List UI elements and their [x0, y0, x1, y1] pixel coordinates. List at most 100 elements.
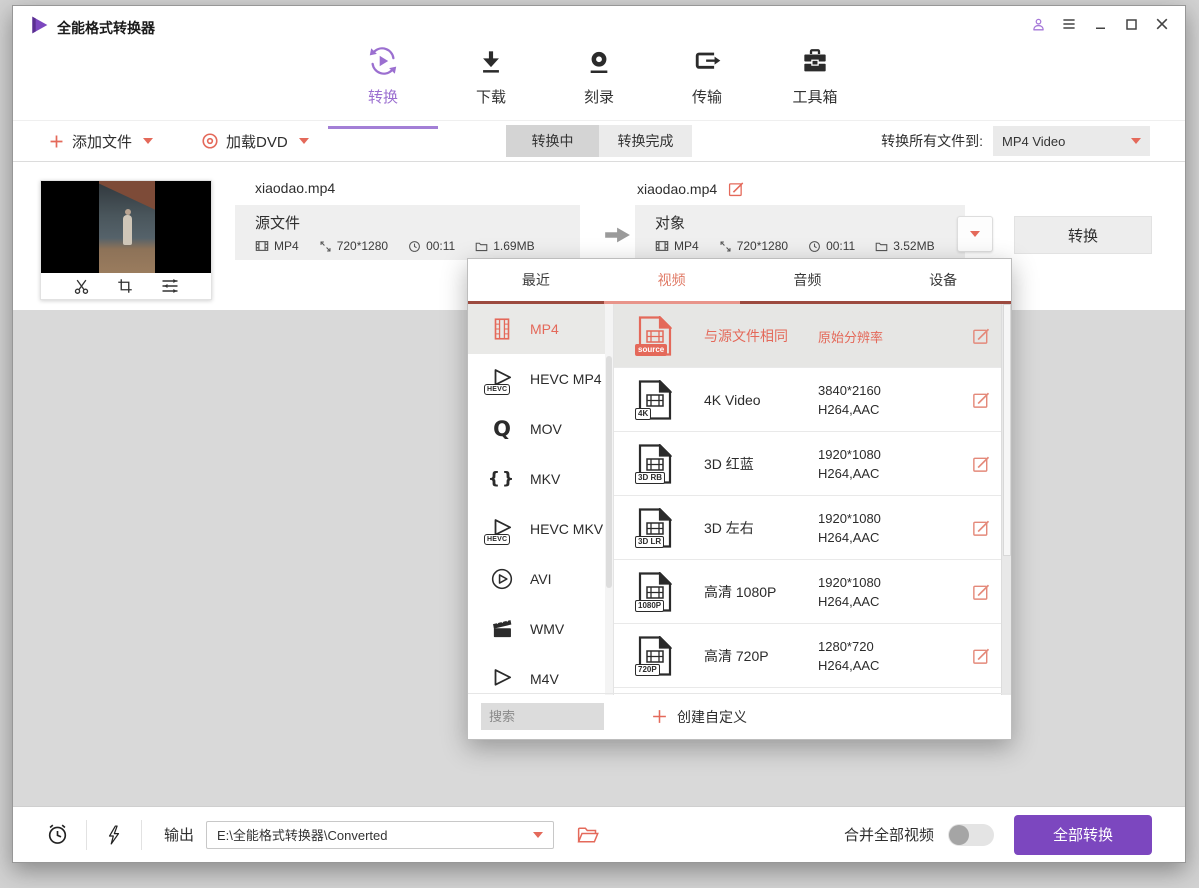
- quicktime-icon: Q: [488, 415, 516, 443]
- popup-tab-video[interactable]: 视频: [604, 259, 740, 304]
- plus-icon: [651, 708, 668, 725]
- open-output-folder-icon[interactable]: [576, 823, 600, 847]
- edit-preset-icon[interactable]: [971, 454, 991, 474]
- account-icon[interactable]: [1029, 15, 1047, 33]
- preset-list: source 与源文件相同 原始分辨率 4K 4K Video 3840*216…: [614, 304, 1011, 695]
- duration-clock-icon: [808, 240, 821, 253]
- source-file-name: xiaodao.mp4: [255, 180, 335, 196]
- format-item-mp4[interactable]: MP4: [468, 304, 613, 354]
- main-nav: 转换 下载 刻录 传输 工具箱: [13, 36, 1185, 120]
- output-path-select[interactable]: E:\全能格式转换器\Converted: [206, 821, 554, 849]
- load-dvd-button[interactable]: 加载DVD: [201, 131, 309, 152]
- file-size-folder-icon: [875, 240, 888, 253]
- source-info-panel: 源文件 MP4 720*1280 00:11 1.69MB: [235, 205, 580, 260]
- file-size-folder-icon: [475, 240, 488, 253]
- format-list: MP4 HEVC HEVC MP4 Q MOV {} MKV HEVC HEVC…: [468, 304, 614, 695]
- preset-row-3d-rb[interactable]: 3D RB 3D 红蓝 1920*1080H264,AAC: [614, 432, 1011, 496]
- edit-preset-icon[interactable]: [971, 518, 991, 538]
- preset-file-icon: 720P: [638, 636, 672, 676]
- preset-row-4k[interactable]: 4K 4K Video 3840*2160H264,AAC: [614, 368, 1011, 432]
- edit-preset-icon[interactable]: [971, 646, 991, 666]
- effects-sliders-icon[interactable]: [160, 276, 180, 296]
- burn-disc-icon: [584, 46, 614, 78]
- mkv-braces-icon: {}: [488, 465, 516, 493]
- output-format-select[interactable]: MP4 Video: [993, 126, 1150, 156]
- trim-icon[interactable]: [72, 277, 91, 296]
- hevc-play-icon: HEVC: [488, 515, 516, 543]
- preset-row-same-as-source[interactable]: source 与源文件相同 原始分辨率: [614, 304, 1011, 368]
- crop-icon[interactable]: [116, 277, 134, 295]
- output-label: 输出: [164, 824, 194, 845]
- edit-preset-icon[interactable]: [971, 582, 991, 602]
- nav-tab-burn[interactable]: 刻录: [559, 43, 639, 113]
- popup-tab-device[interactable]: 设备: [875, 259, 1011, 304]
- toolbar: 添加文件 加载DVD 转换中 转换完成 转换所有文件到: MP4 Video: [13, 120, 1185, 162]
- wmv-clapperboard-icon: [488, 615, 516, 643]
- convert-icon: [366, 46, 400, 78]
- video-thumbnail[interactable]: [40, 180, 212, 300]
- chevron-down-icon: [1131, 138, 1141, 144]
- convert-all-button[interactable]: 全部转换: [1014, 815, 1152, 855]
- format-list-scrollbar[interactable]: [605, 304, 613, 695]
- format-icon: [655, 239, 669, 253]
- search-input[interactable]: [481, 703, 604, 730]
- plus-icon: [48, 133, 65, 150]
- app-window: 全能格式转换器 转换 下载 刻录: [12, 5, 1186, 863]
- format-item-wmv[interactable]: WMV: [468, 604, 613, 654]
- add-files-button[interactable]: 添加文件: [48, 131, 153, 152]
- app-title: 全能格式转换器: [57, 18, 155, 38]
- preset-list-scrollbar[interactable]: [1001, 304, 1011, 695]
- minimize-button[interactable]: [1091, 15, 1109, 33]
- nav-tab-toolbox[interactable]: 工具箱: [775, 43, 855, 113]
- nav-tab-transfer[interactable]: 传输: [667, 43, 747, 113]
- popup-tab-recent[interactable]: 最近: [468, 259, 604, 304]
- create-custom-button[interactable]: 创建自定义: [651, 707, 747, 727]
- target-format-dropdown-button[interactable]: [957, 216, 993, 252]
- nav-label: 传输: [692, 86, 722, 107]
- popup-tab-audio[interactable]: 音频: [740, 259, 876, 304]
- close-button[interactable]: [1153, 15, 1171, 33]
- tab-finished[interactable]: 转换完成: [599, 125, 692, 157]
- target-info-panel: 对象 MP4 720*1280 00:11 3.52MB: [635, 205, 965, 260]
- format-item-mov[interactable]: Q MOV: [468, 404, 613, 454]
- format-item-avi[interactable]: AVI: [468, 554, 613, 604]
- preset-row-3d-lr[interactable]: 3D LR 3D 左右 1920*1080H264,AAC: [614, 496, 1011, 560]
- schedule-alarm-icon[interactable]: [45, 822, 70, 847]
- format-icon: [255, 239, 269, 253]
- m4v-play-icon: [488, 665, 516, 693]
- target-panel-title: 对象: [655, 212, 965, 233]
- format-item-m4v[interactable]: M4V: [468, 654, 613, 695]
- nav-tab-download[interactable]: 下载: [451, 43, 531, 113]
- nav-label: 下载: [476, 86, 506, 107]
- format-picker-popup: 最近 视频 音频 设备 MP4 HEVC HEVC MP4 Q MOV: [467, 258, 1012, 740]
- convert-all-to-label: 转换所有文件到:: [881, 131, 983, 151]
- preset-file-icon: 4K: [638, 380, 672, 420]
- merge-all-toggle[interactable]: [948, 824, 994, 846]
- chevron-down-icon: [533, 832, 543, 838]
- preset-row-720p[interactable]: 720P 高清 720P 1280*720H264,AAC: [614, 624, 1011, 688]
- edit-preset-icon[interactable]: [971, 390, 991, 410]
- preset-row-1080p[interactable]: 1080P 高清 1080P 1920*1080H264,AAC: [614, 560, 1011, 624]
- nav-tab-convert[interactable]: 转换: [343, 43, 423, 113]
- divider: [141, 820, 142, 850]
- convert-row-button[interactable]: 转换: [1014, 216, 1152, 254]
- format-item-mkv[interactable]: {} MKV: [468, 454, 613, 504]
- target-file-name: xiaodao.mp4: [637, 181, 717, 197]
- format-item-hevc-mp4[interactable]: HEVC HEVC MP4: [468, 354, 613, 404]
- menu-icon[interactable]: [1060, 15, 1078, 33]
- rename-edit-icon[interactable]: [727, 180, 745, 198]
- edit-preset-icon[interactable]: [971, 326, 991, 346]
- app-logo-icon: [29, 15, 49, 35]
- resolution-icon: [319, 240, 332, 253]
- transfer-icon: [691, 46, 723, 78]
- preset-file-icon: 1080P: [638, 572, 672, 612]
- high-speed-bolt-icon[interactable]: [103, 824, 125, 846]
- toolbox-icon: [799, 46, 831, 78]
- source-panel-title: 源文件: [255, 212, 580, 233]
- format-item-hevc-mkv[interactable]: HEVC HEVC MKV: [468, 504, 613, 554]
- maximize-button[interactable]: [1122, 15, 1140, 33]
- chevron-down-icon: [970, 231, 980, 237]
- nav-label: 工具箱: [792, 86, 837, 107]
- tab-converting[interactable]: 转换中: [506, 125, 599, 157]
- duration-clock-icon: [408, 240, 421, 253]
